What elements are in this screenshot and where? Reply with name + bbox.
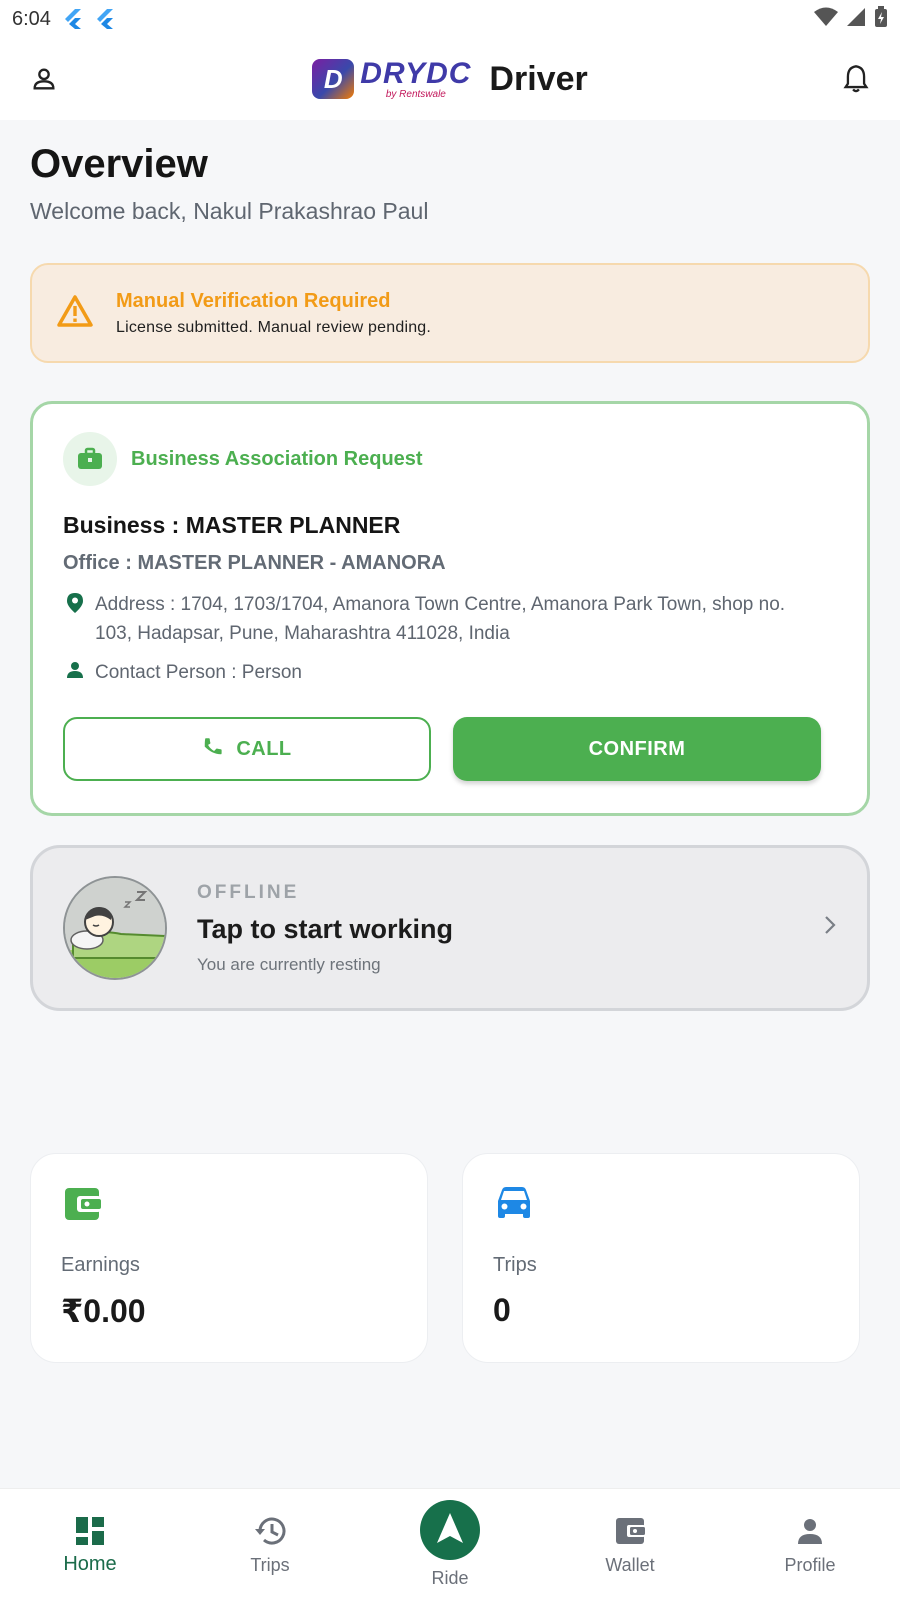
nav-trips[interactable]: Trips bbox=[180, 1489, 360, 1600]
history-icon bbox=[254, 1515, 286, 1547]
app-title: Driver bbox=[489, 59, 588, 98]
sleeping-driver-illustration bbox=[63, 876, 167, 980]
trips-value: 0 bbox=[493, 1292, 511, 1328]
contact-row: Contact Person : Person bbox=[63, 658, 825, 687]
call-button[interactable]: CALL bbox=[63, 717, 431, 781]
status-time: 6:04 bbox=[12, 7, 51, 30]
verification-warning-card[interactable]: Manual Verification Required License sub… bbox=[30, 263, 870, 363]
bottom-navigation: Home Trips Ride Wallet Profile bbox=[0, 1488, 900, 1600]
chevron-right-icon bbox=[823, 914, 837, 941]
earnings-card[interactable]: Earnings ₹0.00 bbox=[30, 1153, 428, 1363]
logo-word: DRYDC bbox=[360, 56, 472, 90]
address-text: Address : 1704, 1703/1704, Amanora Town … bbox=[95, 594, 786, 644]
business-request-header: Business Association Request bbox=[131, 447, 423, 470]
dashboard-icon bbox=[75, 1515, 105, 1547]
page-title: Overview bbox=[30, 142, 208, 186]
ride-button[interactable] bbox=[420, 1500, 480, 1560]
confirm-label: CONFIRM bbox=[588, 737, 686, 760]
offline-title: Tap to start working bbox=[197, 913, 454, 944]
flutter-notification-icon bbox=[95, 8, 115, 30]
offline-subtitle: You are currently resting bbox=[197, 954, 381, 974]
location-pin-icon bbox=[63, 590, 87, 614]
person-icon bbox=[63, 658, 87, 680]
logo-sub: by Rentswale bbox=[385, 88, 446, 100]
business-name: Business : MASTER PLANNER bbox=[63, 512, 401, 538]
call-label: CALL bbox=[236, 737, 292, 760]
offline-status-card[interactable]: OFFLINE Tap to start working You are cur… bbox=[30, 845, 870, 1011]
nav-home-label: Home bbox=[63, 1553, 117, 1575]
confirm-button[interactable]: CONFIRM bbox=[453, 717, 821, 781]
status-bar: 6:04 bbox=[0, 0, 900, 38]
warning-title: Manual Verification Required bbox=[116, 289, 391, 312]
app-title-group: D DRYDC by Rentswale Driver bbox=[64, 56, 836, 100]
phone-icon bbox=[202, 735, 224, 763]
person-icon bbox=[796, 1515, 824, 1547]
nav-home[interactable]: Home bbox=[0, 1489, 180, 1600]
account-icon[interactable] bbox=[24, 59, 64, 99]
warning-icon bbox=[56, 294, 94, 333]
wallet-icon bbox=[615, 1515, 645, 1547]
drydc-logo: D DRYDC by Rentswale bbox=[312, 56, 472, 100]
nav-wallet[interactable]: Wallet bbox=[540, 1489, 720, 1600]
welcome-text: Welcome back, Nakul Prakashrao Paul bbox=[30, 198, 429, 224]
wifi-icon bbox=[814, 7, 838, 32]
nav-profile-label: Profile bbox=[784, 1555, 836, 1575]
offline-tag: OFFLINE bbox=[197, 881, 300, 903]
notification-bell-icon[interactable] bbox=[836, 59, 876, 99]
car-icon bbox=[495, 1186, 533, 1225]
contact-text: Contact Person : Person bbox=[95, 662, 302, 683]
trips-card[interactable]: Trips 0 bbox=[462, 1153, 860, 1363]
nav-profile[interactable]: Profile bbox=[720, 1489, 900, 1600]
signal-icon bbox=[846, 7, 866, 32]
office-name: Office : MASTER PLANNER - AMANORA bbox=[63, 552, 446, 574]
business-association-card: Business Association Request Business : … bbox=[30, 401, 870, 816]
trips-label: Trips bbox=[493, 1254, 537, 1276]
warning-subtitle: License submitted. Manual review pending… bbox=[116, 318, 432, 336]
earnings-label: Earnings bbox=[61, 1254, 140, 1276]
battery-icon bbox=[874, 5, 888, 33]
nav-trips-label: Trips bbox=[250, 1555, 290, 1575]
nav-wallet-label: Wallet bbox=[605, 1555, 655, 1575]
briefcase-icon bbox=[63, 432, 117, 486]
flutter-notification-icon bbox=[63, 8, 83, 30]
wallet-icon bbox=[63, 1186, 101, 1227]
navigation-icon bbox=[436, 1512, 464, 1549]
earnings-value: ₹0.00 bbox=[61, 1293, 146, 1329]
nav-ride-label: Ride bbox=[431, 1568, 469, 1588]
app-bar: D DRYDC by Rentswale Driver bbox=[0, 38, 900, 120]
logo-mark: D bbox=[312, 59, 355, 99]
address-row: Address : 1704, 1703/1704, Amanora Town … bbox=[63, 590, 825, 648]
